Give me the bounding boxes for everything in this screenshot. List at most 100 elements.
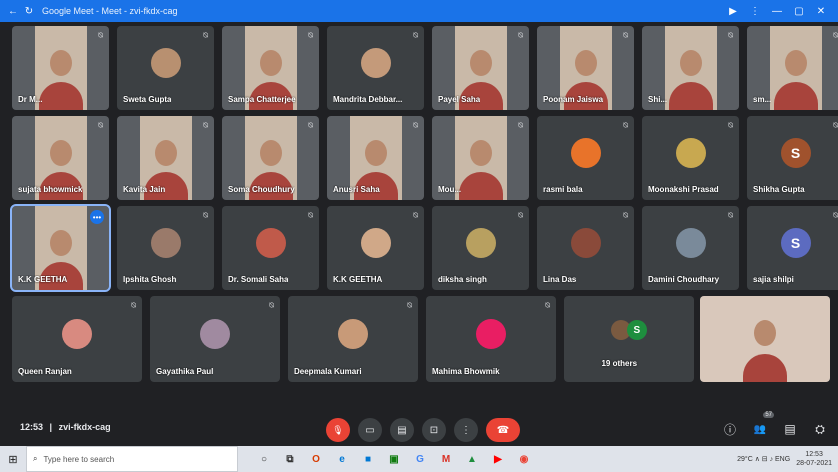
reload-icon[interactable]: ↻ xyxy=(22,6,36,17)
mic-muted-icon: ⍉ xyxy=(728,211,733,220)
meeting-controls-bar: 12:53 | zvi-fkdx-cag 🎙 ▭ ▤ ⊡ ⋮ ☎ ⓘ 👥 57 … xyxy=(0,412,838,446)
activities-button[interactable]: ⛭ xyxy=(810,418,830,440)
participant-tile[interactable]: ⍉ Payel Saha xyxy=(432,26,529,110)
browser-titlebar: ← ↻ Google Meet - Meet - zvi-fkdx-cag ▶ … xyxy=(0,0,838,22)
meeting-details-button[interactable]: ⓘ xyxy=(720,418,740,440)
taskbar-app-icon[interactable]: ○ xyxy=(254,449,274,469)
taskbar-app-icon[interactable]: e xyxy=(332,449,352,469)
more-options-button[interactable]: ⋮ xyxy=(454,418,478,442)
maximize-button[interactable]: ▢ xyxy=(788,6,810,17)
taskbar-app-icon[interactable]: ■ xyxy=(358,449,378,469)
chat-button[interactable]: ▤ xyxy=(780,418,800,440)
captions-icon: ▤ xyxy=(397,424,407,436)
mic-muted-icon: ⍉ xyxy=(728,121,733,130)
participant-name: Soma Choudhury xyxy=(228,185,295,194)
participant-name: sajia shilpi xyxy=(753,275,794,284)
participant-tile[interactable]: ⍉ Poonam Jaiswa xyxy=(537,26,634,110)
captions-button[interactable]: ▤ xyxy=(390,418,414,442)
participant-tile[interactable]: ••• K.K GEETHA xyxy=(10,204,111,292)
participant-tile[interactable]: ⍉ diksha singh xyxy=(432,206,529,290)
participant-name: Anusri Saha xyxy=(333,185,380,194)
present-button[interactable]: ⊡ xyxy=(422,418,446,442)
avatar xyxy=(150,47,181,78)
participant-tile[interactable]: S ⍉ Shikha Gupta xyxy=(747,116,838,200)
avatar xyxy=(150,227,181,258)
taskbar-app-icon[interactable]: ▶ xyxy=(488,449,508,469)
mic-muted-icon: ⍉ xyxy=(518,31,523,40)
minimize-button[interactable]: — xyxy=(766,6,788,17)
taskbar-app-icon[interactable]: M xyxy=(436,449,456,469)
participant-tile[interactable]: ⍉ Dr M... xyxy=(12,26,109,110)
participant-name: Mahima Bhowmik xyxy=(432,367,500,376)
participant-name: Queen Ranjan xyxy=(18,367,72,376)
participant-tile[interactable]: ⍉ Mahima Bhowmik xyxy=(426,296,556,382)
taskbar-app-icon[interactable]: ⧉ xyxy=(280,449,300,469)
mic-toggle-button[interactable]: 🎙 xyxy=(326,418,350,442)
participant-tile[interactable]: ⍉ Ipshita Ghosh xyxy=(117,206,214,290)
face xyxy=(754,320,776,347)
participant-tile[interactable]: ⍉ Sampa Chatterjee xyxy=(222,26,319,110)
mic-muted-icon: ⍉ xyxy=(131,301,136,310)
search-icon: ⌕ xyxy=(33,454,38,463)
participant-tile[interactable]: ⍉ Deepmala Kumari xyxy=(288,296,418,382)
participant-tile[interactable]: ⍉ Sweta Gupta xyxy=(117,26,214,110)
clock[interactable]: 12:53 28-07-2021 xyxy=(796,450,832,468)
mic-muted-icon: ⍉ xyxy=(413,121,418,130)
close-button[interactable]: ✕ xyxy=(810,6,832,17)
participant-tile[interactable]: ⍉ K.K GEETHA xyxy=(327,206,424,290)
taskbar-search[interactable]: ⌕ Type here to search xyxy=(26,446,238,472)
participant-tile[interactable]: ⍉ Gayathika Paul xyxy=(150,296,280,382)
speaking-indicator-icon: ••• xyxy=(90,210,104,224)
mic-muted-icon: ⍉ xyxy=(623,121,628,130)
people-button[interactable]: 👥 57 xyxy=(750,412,774,440)
taskbar-app-icon[interactable]: ◉ xyxy=(514,449,534,469)
taskbar-app-icon[interactable]: G xyxy=(410,449,430,469)
participant-tile[interactable]: ⍉ Damini Choudhary xyxy=(642,206,739,290)
menu-icon[interactable]: ⋮ xyxy=(744,6,766,17)
participant-tile[interactable]: ⍉ sm... xyxy=(747,26,838,110)
taskbar-app-icon[interactable]: O xyxy=(306,449,326,469)
face xyxy=(49,49,72,76)
participant-tile[interactable]: ⍉ Mandrita Debbar... xyxy=(327,26,424,110)
participant-name: Damini Choudhary xyxy=(648,275,720,284)
participant-name: Mou... xyxy=(438,185,462,194)
participant-tile[interactable]: ⍉ Queen Ranjan xyxy=(12,296,142,382)
participant-name: rasmi bala xyxy=(543,185,583,194)
present-icon: ⊡ xyxy=(429,424,439,436)
participant-tile[interactable]: ⍉ Kavita Jain xyxy=(117,116,214,200)
participant-tile[interactable]: ⍉ rasmi bala xyxy=(537,116,634,200)
participant-tile[interactable]: ⍉ Dr. Somali Saha xyxy=(222,206,319,290)
body xyxy=(458,172,503,200)
separator: | xyxy=(49,422,53,432)
face xyxy=(49,229,72,256)
avatar xyxy=(62,318,92,349)
participant-tile[interactable] xyxy=(700,296,830,382)
taskbar-app-icon[interactable]: ▲ xyxy=(462,449,482,469)
clock-date: 28-07-2021 xyxy=(796,460,832,467)
back-icon[interactable]: ← xyxy=(6,6,20,17)
call-controls: 🎙 ▭ ▤ ⊡ ⋮ ☎ xyxy=(326,418,520,442)
participant-tile[interactable]: ⍉ Soma Choudhury xyxy=(222,116,319,200)
face xyxy=(469,139,492,166)
mic-muted-icon: ⍉ xyxy=(833,121,838,130)
start-button[interactable]: ⊞ xyxy=(0,446,26,472)
leave-call-button[interactable]: ☎ xyxy=(486,418,520,442)
side-panel-controls: ⓘ 👥 57 ▤ ⛭ xyxy=(720,412,830,440)
participant-tile[interactable]: ⍉ sujata bhowmick xyxy=(12,116,109,200)
participant-tile[interactable]: ⍉ Lina Das xyxy=(537,206,634,290)
taskbar-app-icon[interactable]: ▣ xyxy=(384,449,404,469)
participant-tile[interactable]: S ⍉ sajia shilpi xyxy=(747,206,838,290)
participant-tile[interactable]: ⍉ Anusri Saha xyxy=(327,116,424,200)
participant-tile[interactable]: S 19 others xyxy=(564,296,694,382)
play-icon[interactable]: ▶ xyxy=(722,6,744,17)
windows-icon: ⊞ xyxy=(8,453,18,466)
participant-name: 19 others xyxy=(601,359,638,368)
participant-tile[interactable]: ⍉ Mou... xyxy=(432,116,529,200)
body xyxy=(668,82,713,110)
camera-toggle-button[interactable]: ▭ xyxy=(358,418,382,442)
face xyxy=(259,139,282,166)
participant-tile[interactable]: ⍉ Moonakshi Prasad xyxy=(642,116,739,200)
mic-muted-icon: ⍉ xyxy=(308,31,313,40)
participant-tile[interactable]: ⍉ Shi... xyxy=(642,26,739,110)
mic-muted-icon: ⍉ xyxy=(413,31,418,40)
